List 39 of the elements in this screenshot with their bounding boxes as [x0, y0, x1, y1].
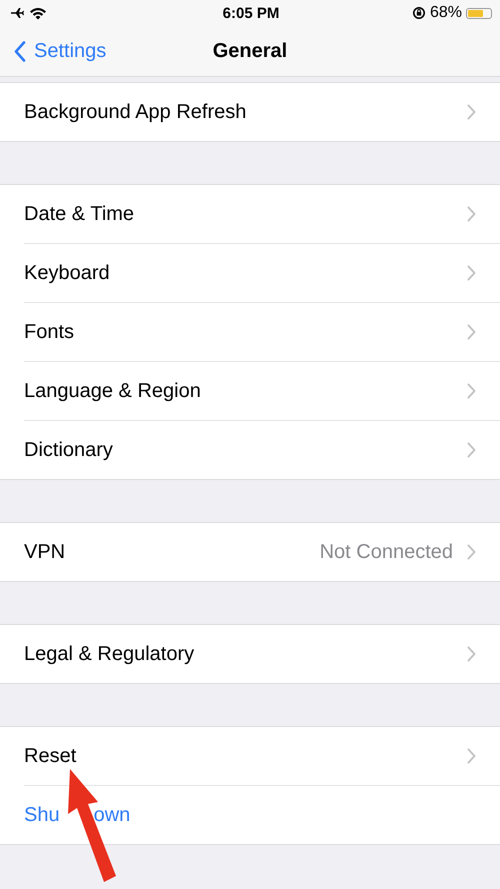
- airplane-icon: [10, 7, 24, 19]
- settings-row[interactable]: Fonts: [24, 303, 500, 362]
- row-label: Dictionary: [24, 438, 114, 462]
- screen-title: General: [212, 40, 288, 62]
- settings-row[interactable]: Shu own: [24, 786, 500, 844]
- settings-row[interactable]: VPN Not Connected: [24, 523, 500, 581]
- row-label: Background App Refresh: [24, 100, 248, 124]
- settings-row[interactable]: Background App Refresh: [24, 83, 500, 141]
- back-button[interactable]: Settings: [0, 40, 106, 62]
- settings-row[interactable]: Date & Time: [24, 185, 500, 244]
- battery-percent: 68%: [430, 4, 462, 22]
- chevron-right-icon: [467, 324, 476, 340]
- chevron-left-icon: [14, 40, 26, 62]
- row-label: Language & Region: [24, 380, 202, 402]
- wifi-icon: [29, 6, 47, 20]
- row-label: VPN: [24, 540, 66, 564]
- battery-icon: [466, 8, 492, 18]
- chevron-right-icon: [467, 544, 476, 560]
- row-label: Fonts: [24, 320, 76, 344]
- settings-row[interactable]: Dictionary: [24, 421, 500, 479]
- chevron-right-icon: [467, 265, 476, 281]
- chevron-right-icon: [467, 748, 476, 764]
- row-label: Reset: [24, 744, 78, 768]
- chevron-right-icon: [467, 383, 476, 399]
- chevron-right-icon: [467, 206, 476, 222]
- settings-row[interactable]: Language & Region: [24, 362, 500, 421]
- chevron-right-icon: [467, 646, 476, 662]
- row-label: Legal & Regulatory: [24, 642, 196, 666]
- rotation-lock-icon: [412, 6, 426, 20]
- settings-row[interactable]: Keyboard: [24, 244, 500, 303]
- action-label[interactable]: own: [94, 804, 130, 826]
- row-label: Date & Time: [24, 202, 136, 226]
- status-time: 6:05 PM: [222, 4, 280, 22]
- row-value: Not Connected: [320, 540, 453, 564]
- action-label[interactable]: Shu: [24, 804, 60, 826]
- chevron-right-icon: [467, 104, 476, 120]
- settings-row[interactable]: Legal & Regulatory: [24, 625, 500, 683]
- row-label: Keyboard: [24, 262, 111, 284]
- chevron-right-icon: [467, 442, 476, 458]
